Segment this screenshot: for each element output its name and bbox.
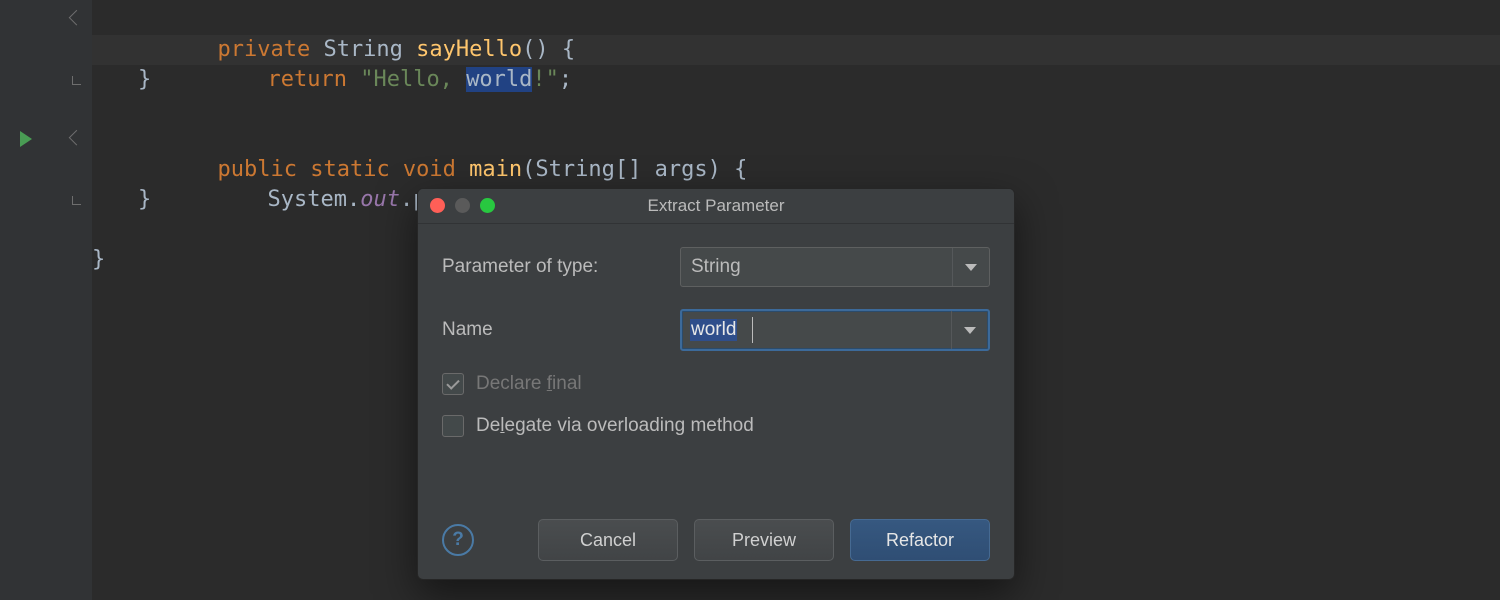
class-ref: System	[267, 187, 346, 212]
dialog-title: Extract Parameter	[648, 196, 785, 216]
name-label: Name	[442, 319, 680, 341]
run-gutter-icon[interactable]	[20, 131, 32, 147]
fold-handle-icon[interactable]	[60, 5, 92, 35]
punct: .	[347, 187, 360, 212]
checkbox-icon[interactable]	[442, 373, 464, 395]
fold-handle-icon[interactable]	[60, 125, 92, 155]
fold-end-icon	[60, 65, 92, 95]
code-line[interactable]: private String sayHello() {	[138, 5, 575, 35]
selection: world	[466, 67, 532, 92]
punct: ;	[559, 67, 572, 92]
keyword: return	[267, 67, 346, 92]
name-row: Name world	[442, 309, 990, 351]
fold-end-icon	[60, 185, 92, 215]
param-type-label: Parameter of type:	[442, 256, 680, 278]
name-value: world	[690, 319, 737, 341]
delegate-label: Delegate via overloading method	[476, 415, 754, 437]
field-ref: out	[360, 187, 400, 212]
text-caret	[752, 317, 753, 343]
name-combo[interactable]: world	[680, 309, 990, 351]
close-icon[interactable]	[430, 198, 445, 213]
minimize-icon	[455, 198, 470, 213]
dialog-footer: ? Cancel Preview Refactor	[442, 519, 990, 561]
dialog-body: Parameter of type: String Name world Dec…	[418, 223, 1014, 579]
code-line[interactable]: return "Hello, world!";	[188, 35, 572, 65]
refactor-button[interactable]: Refactor	[850, 519, 990, 561]
chevron-down-icon	[965, 264, 977, 271]
dialog-titlebar[interactable]: Extract Parameter	[418, 189, 1014, 224]
declare-final-checkbox[interactable]: Declare final	[442, 373, 990, 395]
code-line[interactable]: }	[138, 185, 151, 215]
cancel-button[interactable]: Cancel	[538, 519, 678, 561]
code-line[interactable]: }	[138, 65, 151, 95]
string: !"	[532, 67, 559, 92]
preview-button[interactable]: Preview	[694, 519, 834, 561]
code-line[interactable]: }	[92, 245, 105, 275]
code-line[interactable]: System.out.println(new HelloWorld().sayH…	[188, 155, 903, 185]
checkbox-icon[interactable]	[442, 415, 464, 437]
extract-parameter-dialog: Extract Parameter Parameter of type: Str…	[417, 188, 1015, 580]
string: "Hello,	[347, 67, 466, 92]
param-type-row: Parameter of type: String	[442, 247, 990, 287]
declare-final-label: Declare final	[476, 373, 582, 395]
delegate-checkbox[interactable]: Delegate via overloading method	[442, 415, 990, 437]
combo-arrow[interactable]	[952, 248, 989, 286]
editor-gutter	[0, 0, 92, 600]
param-type-combo[interactable]: String	[680, 247, 990, 287]
help-button[interactable]: ?	[442, 524, 474, 556]
param-type-value: String	[681, 256, 741, 278]
code-line[interactable]: public static void main(String[] args) {	[138, 125, 747, 155]
zoom-icon[interactable]	[480, 198, 495, 213]
combo-arrow[interactable]	[951, 311, 988, 349]
window-controls	[430, 198, 495, 213]
chevron-down-icon	[964, 327, 976, 334]
